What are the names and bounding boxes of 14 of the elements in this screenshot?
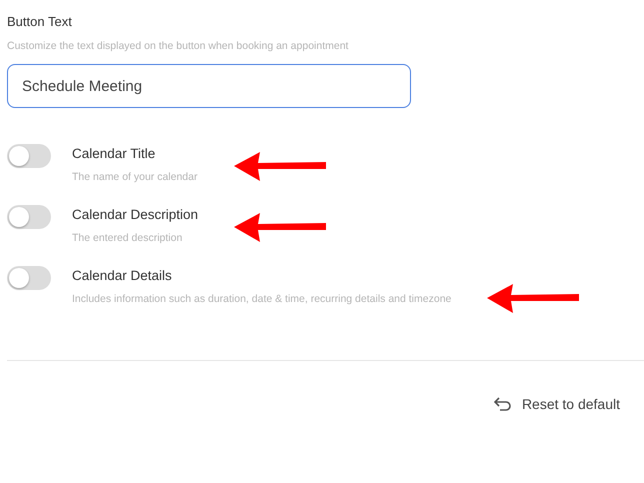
option-title: Calendar Details <box>72 268 173 283</box>
field-description: Customize the text displayed on the button when booking an appointment <box>7 40 350 52</box>
option-title: Calendar Title <box>72 146 156 161</box>
option-description: Includes information such as duration, date & time, recurring details and timezone <box>72 293 452 305</box>
option-description: The name of your calendar <box>72 171 198 183</box>
button-text-field[interactable]: Schedule Meeting <box>7 64 411 108</box>
toggle-switch[interactable] <box>7 144 51 168</box>
field-label: Button Text <box>7 14 73 29</box>
undo-icon <box>494 397 512 411</box>
option-description: The entered description <box>72 232 184 244</box>
toggle-switch[interactable] <box>7 205 51 229</box>
option-title: Calendar Description <box>72 207 198 222</box>
reset-button[interactable]: Reset to default <box>494 396 620 412</box>
toggle-switch[interactable] <box>7 266 51 290</box>
